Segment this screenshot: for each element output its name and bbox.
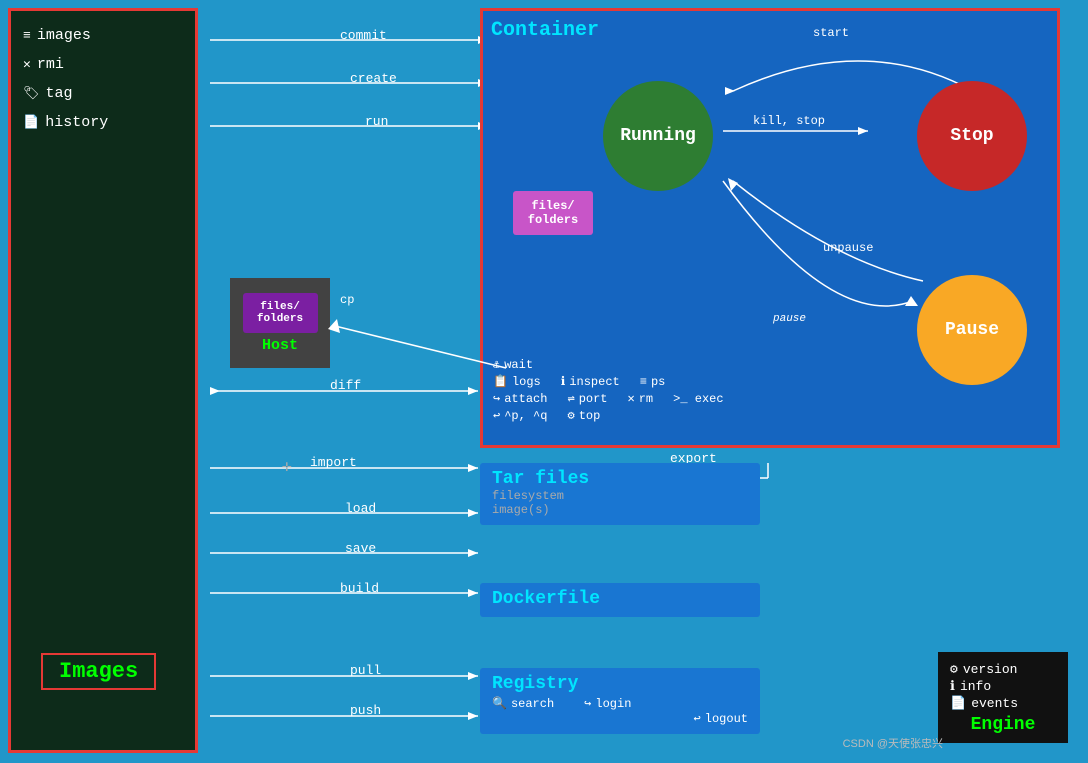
log-icon: 📋 bbox=[493, 374, 508, 389]
sidebar-item-images[interactable]: ≡ images bbox=[23, 27, 183, 44]
version-item: ⚙ version bbox=[950, 662, 1056, 677]
gear-icon2: ⚙ bbox=[950, 662, 958, 677]
host-box: files/folders Host bbox=[230, 278, 330, 368]
commands-row-3: ↪ attach ⇌ port ✕ rm >_ exec bbox=[493, 391, 1047, 406]
ps-cmd: ≡ ps bbox=[640, 374, 666, 389]
tag-icon: 🏷 bbox=[23, 86, 40, 101]
container-commands: ⚓ wait 📋 logs ℹ inspect ≡ ps bbox=[493, 355, 1047, 425]
registry-commands: 🔍 search ↪ login ↩ logout bbox=[492, 696, 748, 726]
commands-row-2: 📋 logs ℹ inspect ≡ ps bbox=[493, 374, 1047, 389]
anchor-icon: ⚓ bbox=[493, 357, 500, 372]
dockerfile-title: Dockerfile bbox=[492, 589, 748, 609]
inspect-cmd: ℹ inspect bbox=[561, 374, 620, 389]
commands-row-1: ⚓ wait bbox=[493, 357, 1047, 372]
sidebar-item-tag[interactable]: 🏷 tag bbox=[23, 85, 183, 102]
push-label: push bbox=[350, 703, 381, 718]
tar-title: Tar files bbox=[480, 463, 760, 489]
create-label: create bbox=[350, 71, 397, 86]
host-label: Host bbox=[262, 337, 298, 354]
container-box: Container start kill, stop unpause pause bbox=[480, 8, 1060, 448]
registry-section: Registry 🔍 search ↪ login ↩ logout bbox=[480, 668, 760, 734]
svg-text:pause: pause bbox=[772, 313, 806, 325]
svg-text:kill, stop: kill, stop bbox=[753, 114, 825, 128]
list-icon2: ≡ bbox=[640, 375, 647, 389]
login-cmd: ↪ login bbox=[584, 696, 631, 711]
info-icon2: ℹ bbox=[950, 679, 955, 694]
save-label: save bbox=[345, 541, 376, 556]
login-icon: ↪ bbox=[584, 696, 591, 711]
load-label: load bbox=[345, 501, 376, 516]
registry-title: Registry bbox=[492, 674, 748, 694]
ctrl-icon: ↩ bbox=[493, 408, 500, 423]
list-icon: ≡ bbox=[23, 28, 31, 43]
attach-icon: ↪ bbox=[493, 391, 500, 406]
x-icon: ✕ bbox=[23, 57, 31, 72]
tar-section: Tar files filesystem image(s) bbox=[480, 463, 760, 525]
ctrlpq-cmd: ↩ ^p, ^q bbox=[493, 408, 547, 423]
logs-cmd: 📋 logs bbox=[493, 374, 541, 389]
host-files-box: files/folders bbox=[243, 293, 318, 333]
top-cmd: ⚙ top bbox=[567, 408, 600, 423]
engine-box: ⚙ version ℹ info 📄 events Engine bbox=[938, 652, 1068, 743]
images-label: Images bbox=[41, 653, 156, 690]
run-label: run bbox=[365, 114, 388, 129]
running-state: Running bbox=[603, 81, 713, 191]
import-label: import bbox=[310, 455, 357, 470]
exec-cmd: >_ exec bbox=[673, 391, 723, 406]
sidebar-item-history[interactable]: 📄 history bbox=[23, 114, 183, 131]
build-label: build bbox=[340, 581, 379, 596]
registry-row-1: 🔍 search ↪ login bbox=[492, 696, 748, 711]
sidebar-item-rmi[interactable]: ✕ rmi bbox=[23, 56, 183, 73]
search-cmd: 🔍 search bbox=[492, 696, 554, 711]
logout-cmd: ↩ logout bbox=[694, 711, 748, 726]
x-icon2: ✕ bbox=[628, 391, 635, 406]
stop-state: Stop bbox=[917, 81, 1027, 191]
images-sidebar: ≡ images ✕ rmi 🏷 tag 📄 history Images bbox=[8, 8, 198, 753]
events-icon: 📄 bbox=[950, 696, 966, 711]
doc-icon: 📄 bbox=[23, 115, 39, 130]
watermark: CSDN @天使张忠兴 bbox=[843, 735, 943, 751]
events-item: 📄 events bbox=[950, 696, 1056, 711]
dockerfile-section: Dockerfile bbox=[480, 583, 760, 617]
gear-icon: ⚙ bbox=[567, 408, 574, 423]
rm-cmd: ✕ rm bbox=[628, 391, 654, 406]
commands-row-4: ↩ ^p, ^q ⚙ top bbox=[493, 408, 1047, 423]
commit-label: commit bbox=[340, 28, 387, 43]
attach-cmd: ↪ attach bbox=[493, 391, 547, 406]
engine-title: Engine bbox=[950, 715, 1056, 735]
search-icon: 🔍 bbox=[492, 696, 507, 711]
main-diagram: commit create run diff import load save … bbox=[210, 8, 1078, 753]
port-icon: ⇌ bbox=[567, 391, 574, 406]
crosshair-icon: ✛ bbox=[282, 456, 292, 476]
svg-text:unpause: unpause bbox=[823, 241, 873, 255]
info-item: ℹ info bbox=[950, 679, 1056, 694]
cp-label: cp bbox=[340, 293, 354, 307]
pull-label: pull bbox=[350, 663, 381, 678]
wait-cmd: ⚓ wait bbox=[493, 357, 533, 372]
info-icon: ℹ bbox=[561, 374, 566, 389]
logout-icon: ↩ bbox=[694, 711, 701, 726]
tar-content: filesystem image(s) bbox=[480, 489, 760, 525]
port-cmd: ⇌ port bbox=[567, 391, 607, 406]
diff-label: diff bbox=[330, 378, 361, 393]
container-title: Container bbox=[491, 19, 1049, 42]
container-files-box: files/folders bbox=[513, 191, 593, 235]
registry-row-2: ↩ logout bbox=[492, 711, 748, 726]
